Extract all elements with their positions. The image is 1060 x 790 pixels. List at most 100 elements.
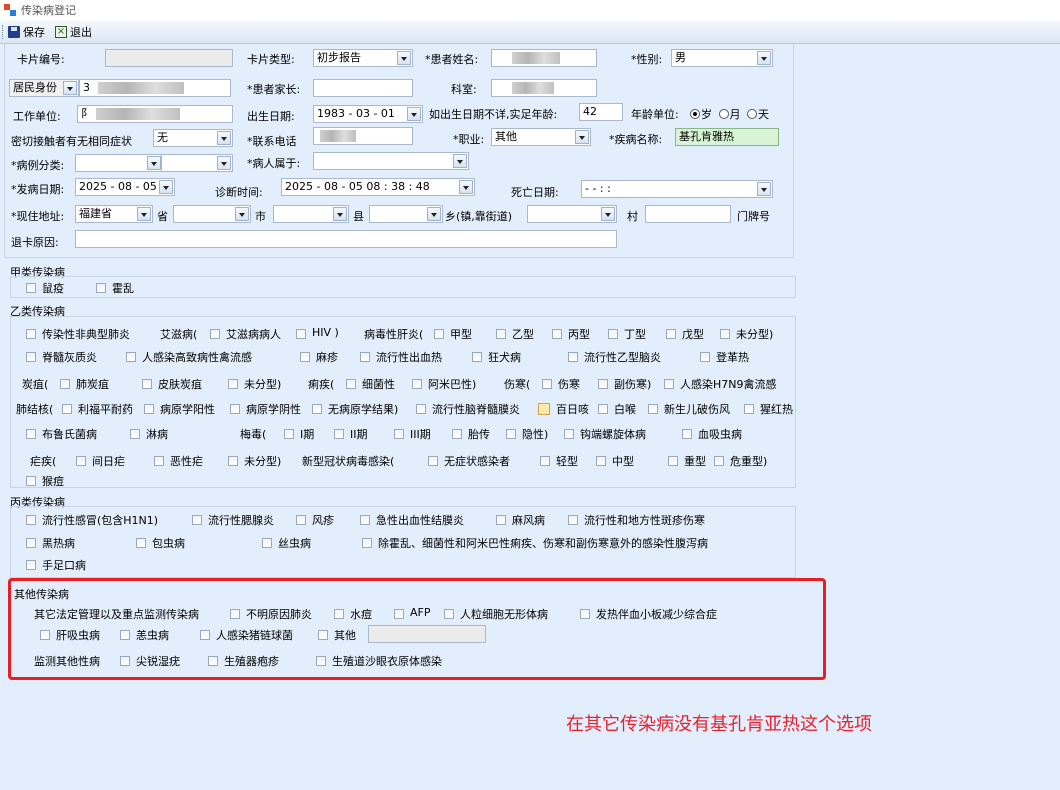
diagnosis-time-picker[interactable]: 2025 - 08 - 05 08 : 38 : 48 xyxy=(281,178,475,196)
belongs-select[interactable] xyxy=(313,152,469,170)
checkbox[interactable] xyxy=(360,515,370,525)
checkbox[interactable] xyxy=(76,456,86,466)
checkbox[interactable] xyxy=(312,404,322,414)
checkbox[interactable] xyxy=(564,429,574,439)
checkbox[interactable] xyxy=(394,429,404,439)
onset-date-picker[interactable]: 2025 - 08 - 05 xyxy=(75,178,175,196)
checkbox[interactable] xyxy=(136,538,146,548)
province-select[interactable]: 福建省 xyxy=(75,205,153,223)
chevron-down-icon[interactable] xyxy=(427,207,441,221)
checkbox[interactable] xyxy=(142,379,152,389)
checkbox[interactable] xyxy=(714,456,724,466)
toolbar-grip[interactable] xyxy=(2,24,5,39)
chevron-down-icon[interactable] xyxy=(217,131,231,145)
phone-field[interactable] xyxy=(313,127,413,145)
id-type-select[interactable]: 居民身份 xyxy=(9,79,79,97)
chevron-down-icon[interactable] xyxy=(217,156,231,170)
checkbox[interactable] xyxy=(60,379,70,389)
checkbox[interactable] xyxy=(472,352,482,362)
death-date-picker[interactable]: - - : : xyxy=(581,180,773,198)
chevron-down-icon[interactable] xyxy=(601,207,615,221)
checkbox[interactable] xyxy=(506,429,516,439)
checkbox[interactable] xyxy=(452,429,462,439)
checkbox[interactable] xyxy=(568,515,578,525)
chevron-down-icon[interactable] xyxy=(453,154,467,168)
checkbox[interactable] xyxy=(434,329,444,339)
checkbox[interactable] xyxy=(666,329,676,339)
chevron-down-icon[interactable] xyxy=(459,180,473,194)
card-type-select[interactable]: 初步报告 xyxy=(313,49,413,67)
checkbox[interactable] xyxy=(26,538,36,548)
checkbox[interactable] xyxy=(668,456,678,466)
checkbox[interactable] xyxy=(300,352,310,362)
checkbox[interactable] xyxy=(26,352,36,362)
guardian-field[interactable] xyxy=(313,79,413,97)
checkbox[interactable] xyxy=(682,429,692,439)
checkbox[interactable] xyxy=(192,515,202,525)
age-field[interactable]: 42 xyxy=(579,103,623,121)
checkbox[interactable] xyxy=(568,352,578,362)
checkbox[interactable] xyxy=(228,379,238,389)
work-unit-field[interactable]: 阝 xyxy=(77,105,233,123)
id-number-field[interactable]: 3 xyxy=(79,79,231,97)
checkbox[interactable] xyxy=(700,352,710,362)
checkbox[interactable] xyxy=(346,379,356,389)
street-select[interactable] xyxy=(527,205,617,223)
checkbox[interactable] xyxy=(334,429,344,439)
checkbox[interactable] xyxy=(720,329,730,339)
checkbox[interactable] xyxy=(648,404,658,414)
occupation-select[interactable]: 其他 xyxy=(491,128,591,146)
chevron-down-icon[interactable] xyxy=(575,130,589,144)
patient-name-field[interactable] xyxy=(491,49,597,67)
age-unit-day-radio[interactable] xyxy=(747,109,757,119)
checkbox[interactable] xyxy=(744,404,754,414)
checkbox[interactable] xyxy=(540,456,550,466)
department-field[interactable] xyxy=(491,79,597,97)
checkbox[interactable] xyxy=(144,404,154,414)
disease-name-field[interactable]: 基孔肯雅热 xyxy=(675,128,779,146)
checkbox[interactable] xyxy=(608,329,618,339)
township-select[interactable] xyxy=(369,205,443,223)
checkbox[interactable] xyxy=(26,283,36,293)
checkbox[interactable] xyxy=(262,538,272,548)
checkbox[interactable] xyxy=(296,329,306,339)
exit-button[interactable]: × 退出 xyxy=(55,24,92,40)
checkbox[interactable] xyxy=(130,429,140,439)
chevron-down-icon[interactable] xyxy=(757,51,771,65)
checkbox[interactable] xyxy=(296,515,306,525)
chevron-down-icon[interactable] xyxy=(757,182,771,196)
chevron-down-icon[interactable] xyxy=(333,207,347,221)
checkbox[interactable] xyxy=(284,429,294,439)
age-unit-year-radio[interactable] xyxy=(690,109,700,119)
chevron-down-icon[interactable] xyxy=(147,156,161,170)
checkbox[interactable] xyxy=(428,456,438,466)
checkbox[interactable] xyxy=(596,456,606,466)
checkbox[interactable] xyxy=(552,329,562,339)
checkbox[interactable] xyxy=(416,404,426,414)
checkbox[interactable] xyxy=(62,404,72,414)
checkbox[interactable] xyxy=(26,560,36,570)
checkbox[interactable] xyxy=(542,379,552,389)
checkbox[interactable] xyxy=(360,352,370,362)
checkbox[interactable] xyxy=(664,379,674,389)
checkbox[interactable] xyxy=(362,538,372,548)
case-subclass-select[interactable] xyxy=(161,154,233,172)
checkbox[interactable] xyxy=(26,329,36,339)
birth-date-picker[interactable]: 1983 - 03 - 01 xyxy=(313,105,423,123)
chevron-down-icon[interactable] xyxy=(407,107,421,121)
chevron-down-icon[interactable] xyxy=(159,180,173,194)
checkbox[interactable] xyxy=(26,476,36,486)
save-button[interactable]: 保存 xyxy=(8,24,45,40)
checkbox[interactable] xyxy=(412,379,422,389)
checkbox[interactable] xyxy=(126,352,136,362)
gender-select[interactable]: 男 xyxy=(671,49,773,67)
checkbox[interactable] xyxy=(154,456,164,466)
village-field[interactable] xyxy=(645,205,731,223)
age-unit-month-radio[interactable] xyxy=(718,109,729,119)
chevron-down-icon[interactable] xyxy=(137,207,151,221)
county-select[interactable] xyxy=(273,205,349,223)
checkbox[interactable] xyxy=(210,329,220,339)
city-select[interactable] xyxy=(173,205,251,223)
checkbox[interactable] xyxy=(230,404,240,414)
checkbox[interactable] xyxy=(598,379,608,389)
